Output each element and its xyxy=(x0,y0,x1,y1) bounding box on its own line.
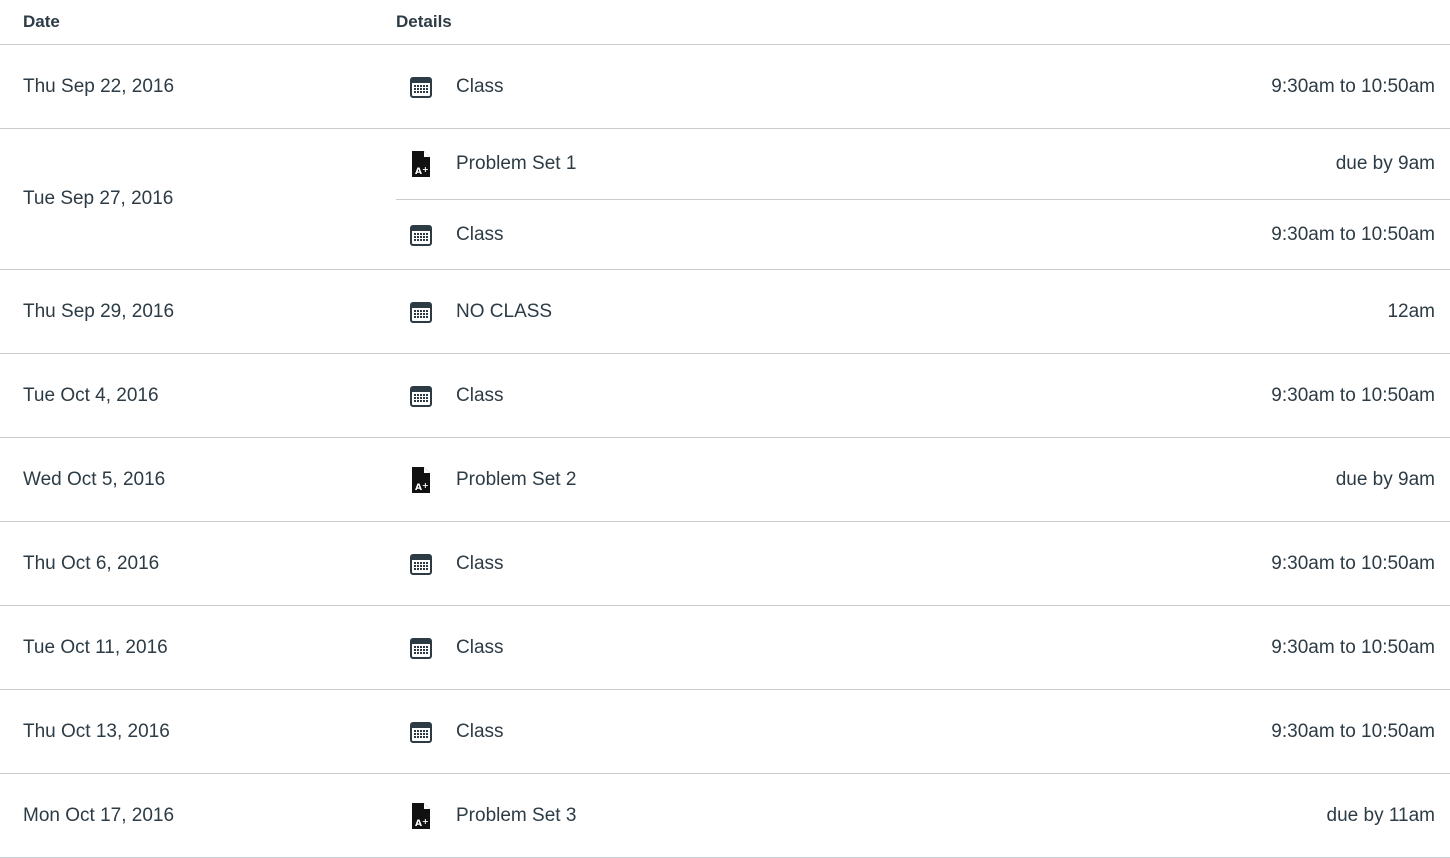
event-item: Class 9:30am to 10:50am xyxy=(396,354,1450,437)
assignment-icon: A + xyxy=(409,466,433,493)
svg-text:+: + xyxy=(422,165,429,174)
svg-text:A: A xyxy=(415,819,422,829)
event-time: due by 9am xyxy=(1335,153,1435,174)
calendar-icon xyxy=(409,552,433,576)
syllabus-table: Date Details Thu Sep 22, 2016 Class 9:30a… xyxy=(0,0,1450,858)
event-title-link[interactable]: Class xyxy=(456,721,1271,743)
table-header: Date Details xyxy=(0,0,1450,45)
event-title-link[interactable]: Class xyxy=(456,553,1271,575)
table-row: Thu Sep 22, 2016 Class 9:30am to 10:50am xyxy=(0,45,1450,129)
event-item: Class 9:30am to 10:50am xyxy=(396,522,1450,605)
row-events: A + Problem Set 2 due by 9am xyxy=(396,438,1450,521)
event-title-link[interactable]: NO CLASS xyxy=(456,301,1387,323)
row-events: Class 9:30am to 10:50am xyxy=(396,45,1450,128)
calendar-icon xyxy=(409,223,433,247)
event-item: Class 9:30am to 10:50am xyxy=(396,199,1450,269)
svg-text:A: A xyxy=(415,483,422,493)
table-row: Wed Oct 5, 2016 A + Problem Set 2 due by … xyxy=(0,438,1450,522)
event-time: 9:30am to 10:50am xyxy=(1271,75,1435,97)
event-time: 9:30am to 10:50am xyxy=(1271,720,1435,742)
row-date: Tue Oct 4, 2016 xyxy=(23,384,159,406)
row-date: Thu Oct 6, 2016 xyxy=(23,552,160,574)
event-time: 9:30am to 10:50am xyxy=(1271,636,1435,658)
row-events: Class 9:30am to 10:50am xyxy=(396,606,1450,689)
table-row: Thu Sep 29, 2016 NO CLASS 12am xyxy=(0,270,1450,354)
event-item: Class 9:30am to 10:50am xyxy=(396,690,1450,773)
row-events: Class 9:30am to 10:50am xyxy=(396,522,1450,605)
row-events: Class 9:30am to 10:50am xyxy=(396,690,1450,773)
row-date: Mon Oct 17, 2016 xyxy=(23,804,175,826)
event-item: NO CLASS 12am xyxy=(396,270,1450,353)
svg-text:+: + xyxy=(422,817,429,826)
event-item: Class 9:30am to 10:50am xyxy=(396,45,1450,128)
event-time: 9:30am to 10:50am xyxy=(1271,223,1435,245)
table-row: Tue Oct 4, 2016 Class 9:30am to 10:50am xyxy=(0,354,1450,438)
event-title-link[interactable]: Problem Set 3 xyxy=(456,805,1327,827)
event-item: A + Problem Set 2 due by 9am xyxy=(396,438,1450,521)
event-item: A + Problem Set 1 due by 9am xyxy=(396,129,1450,199)
calendar-icon xyxy=(409,720,433,744)
event-title-link[interactable]: Class xyxy=(456,637,1271,659)
table-row: Thu Oct 6, 2016 Class 9:30am to 10:50am xyxy=(0,522,1450,606)
svg-text:+: + xyxy=(422,481,429,490)
assignment-icon: A + xyxy=(409,802,433,829)
calendar-icon xyxy=(409,636,433,660)
calendar-icon xyxy=(409,300,433,324)
row-date: Thu Sep 29, 2016 xyxy=(23,300,175,322)
event-title-link[interactable]: Problem Set 2 xyxy=(456,469,1336,491)
row-date: Wed Oct 5, 2016 xyxy=(23,468,166,490)
row-date: Tue Sep 27, 2016 xyxy=(23,188,174,209)
event-time: due by 9am xyxy=(1335,468,1435,490)
date-column-header: Date xyxy=(23,12,60,31)
row-date: Thu Sep 22, 2016 xyxy=(23,75,175,97)
row-date: Tue Oct 11, 2016 xyxy=(23,636,168,658)
event-title-link[interactable]: Class xyxy=(456,385,1271,407)
event-time: 9:30am to 10:50am xyxy=(1271,552,1435,574)
row-events: A + Problem Set 3 due by 11am xyxy=(396,774,1450,857)
event-item: A + Problem Set 3 due by 11am xyxy=(396,774,1450,857)
event-time: 9:30am to 10:50am xyxy=(1271,384,1435,406)
table-body: Thu Sep 22, 2016 Class 9:30am to 10:50am T… xyxy=(0,45,1450,858)
event-time: due by 11am xyxy=(1326,804,1435,826)
table-row: Tue Oct 11, 2016 Class 9:30am to 10:50am xyxy=(0,606,1450,690)
table-row: Thu Oct 13, 2016 Class 9:30am to 10:50am xyxy=(0,690,1450,774)
table-row: Mon Oct 17, 2016 A + Problem Set 3 due by… xyxy=(0,774,1450,858)
details-column-header: Details xyxy=(396,12,452,31)
event-time: 12am xyxy=(1387,300,1435,322)
svg-text:A: A xyxy=(415,167,422,177)
table-row: Tue Sep 27, 2016 A + Problem Set 1 due by… xyxy=(0,129,1450,270)
event-item: Class 9:30am to 10:50am xyxy=(396,606,1450,689)
row-events: A + Problem Set 1 due by 9am Class 9:30am … xyxy=(396,129,1450,269)
row-events: NO CLASS 12am xyxy=(396,270,1450,353)
event-title-link[interactable]: Class xyxy=(456,76,1271,98)
event-title-link[interactable]: Class xyxy=(456,224,1271,246)
row-events: Class 9:30am to 10:50am xyxy=(396,354,1450,437)
calendar-icon xyxy=(409,384,433,408)
row-date: Thu Oct 13, 2016 xyxy=(23,720,170,742)
assignment-icon: A + xyxy=(409,151,433,177)
event-title-link[interactable]: Problem Set 1 xyxy=(456,153,1336,175)
calendar-icon xyxy=(409,75,433,99)
